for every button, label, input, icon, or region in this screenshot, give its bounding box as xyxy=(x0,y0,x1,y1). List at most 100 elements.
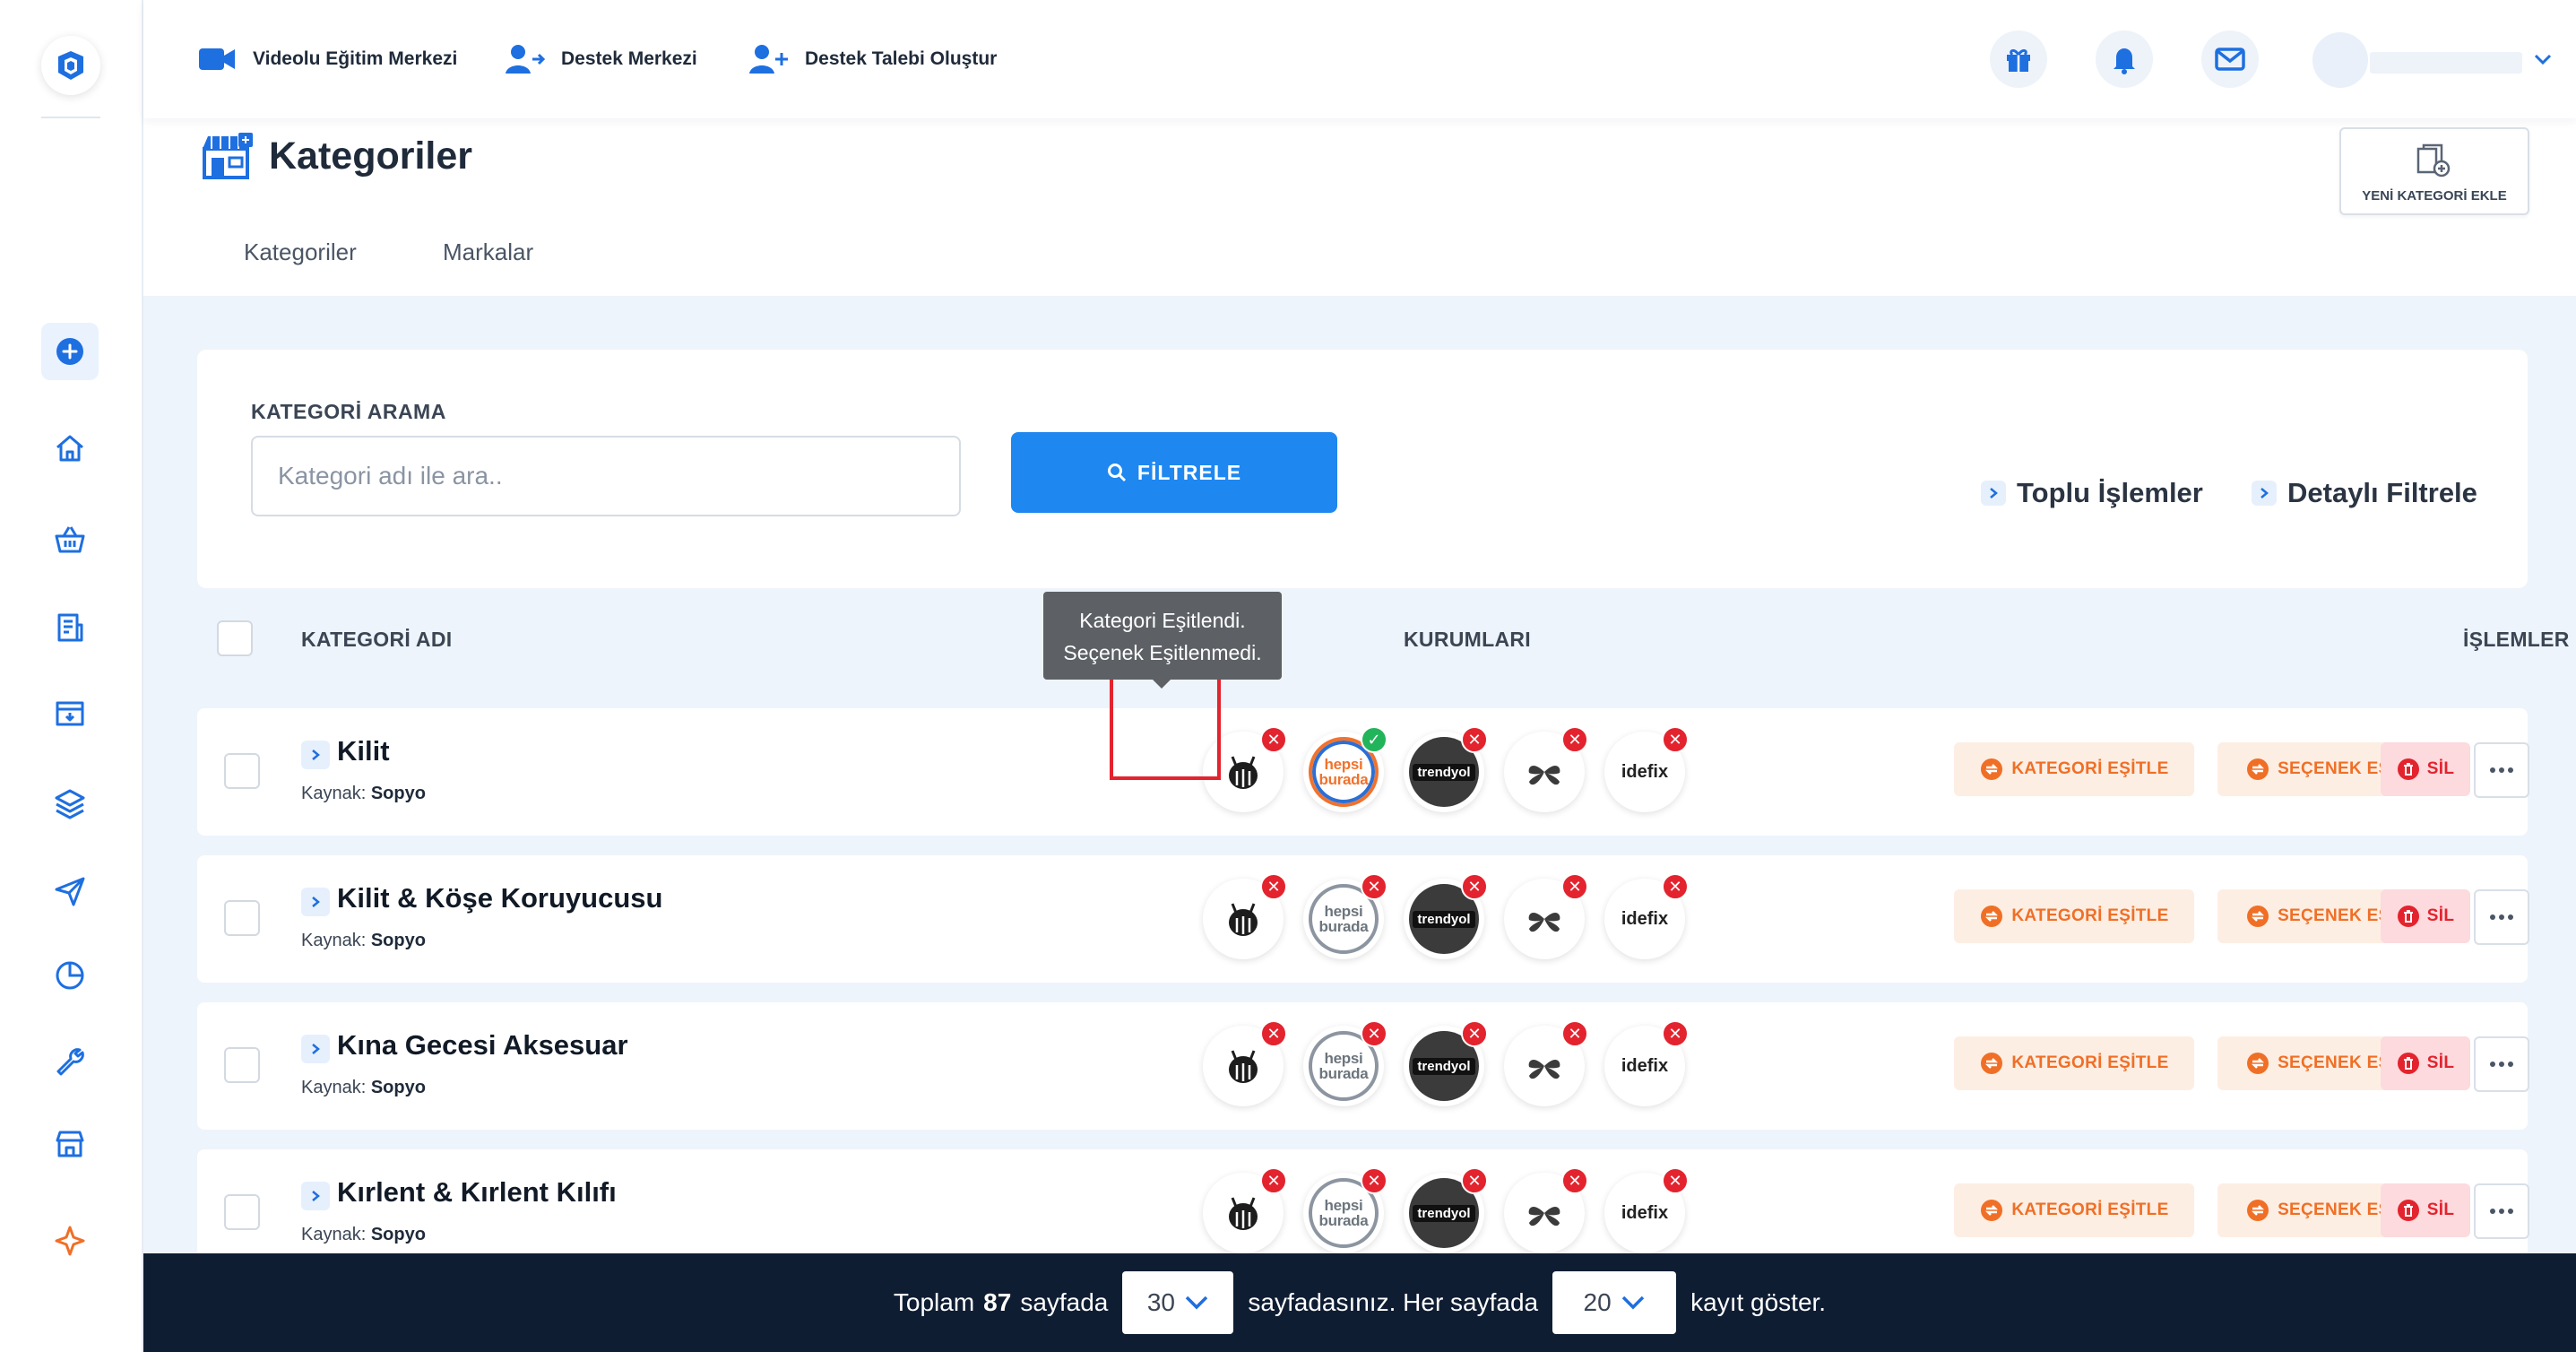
row-expand-button[interactable] xyxy=(301,1182,330,1210)
detailed-filter-link[interactable]: Detaylı Filtrele xyxy=(2252,477,2477,509)
row-expand-button[interactable] xyxy=(301,1035,330,1063)
search-input[interactable] xyxy=(251,436,961,516)
marketplace-trendyol[interactable]: trendyol ✕ xyxy=(1404,1167,1488,1253)
filter-button[interactable]: FİLTRELE xyxy=(1011,432,1337,513)
match-category-label: KATEGORİ EŞİTLE xyxy=(2011,759,2169,778)
pager-total-pages: 87 xyxy=(983,1288,1012,1316)
marketplace-pazarama[interactable]: ✕ xyxy=(1504,726,1588,812)
marketplace-hepsiburada[interactable]: hepsi burada ✕ xyxy=(1303,1167,1387,1253)
more-actions-button[interactable] xyxy=(2474,1183,2529,1239)
category-name: Kilit & Köşe Koruyucusu xyxy=(337,882,663,914)
not-matched-icon: ✕ xyxy=(1461,1167,1488,1194)
match-category-button[interactable]: KATEGORİ EŞİTLE xyxy=(1954,889,2194,943)
marketplace-trendyol[interactable]: trendyol ✕ xyxy=(1404,873,1488,959)
new-category-label: YENİ KATEGORİ EKLE xyxy=(2362,187,2507,204)
row-checkbox[interactable] xyxy=(224,1194,260,1230)
source-prefix: Kaynak: xyxy=(301,1225,367,1244)
not-matched-icon: ✕ xyxy=(1260,873,1287,900)
marketplace-n11[interactable]: ✕ xyxy=(1203,1020,1287,1106)
row-expand-button[interactable] xyxy=(301,888,330,916)
marketplace-hepsiburada[interactable]: hepsi burada ✕ xyxy=(1303,873,1387,959)
more-dots-icon xyxy=(2490,1209,2495,1214)
sidebar-item-home[interactable] xyxy=(41,420,99,477)
notifications-button[interactable] xyxy=(2096,30,2153,88)
video-training-label: Videolu Eğitim Merkezi xyxy=(253,48,458,69)
marketplace-hepsiburada[interactable]: hepsi burada ✕ xyxy=(1303,1020,1387,1106)
row-checkbox[interactable] xyxy=(224,1047,260,1083)
sidebar-item-ai[interactable] xyxy=(41,1212,99,1270)
not-matched-icon: ✕ xyxy=(1361,1167,1387,1194)
sidebar-item-archive[interactable] xyxy=(41,685,99,742)
sidebar-item-basket[interactable] xyxy=(41,511,99,568)
marketplace-pazarama[interactable]: ✕ xyxy=(1504,873,1588,959)
idefix-logo-text: idefix xyxy=(1621,1202,1669,1223)
marketplace-hepsiburada[interactable]: hepsi burada ✓ xyxy=(1303,726,1387,812)
row-expand-button[interactable] xyxy=(301,741,330,769)
create-ticket-link[interactable]: Destek Talebi Oluştur xyxy=(749,41,997,77)
sidebar-item-orders[interactable] xyxy=(41,599,99,656)
marketplace-trendyol[interactable]: trendyol ✕ xyxy=(1404,1020,1488,1106)
trash-icon xyxy=(2397,758,2419,780)
marketplace-n11[interactable]: ✕ xyxy=(1203,1167,1287,1253)
match-category-button[interactable]: KATEGORİ EŞİTLE xyxy=(1954,742,2194,796)
sidebar-item-send[interactable] xyxy=(41,862,99,920)
basket-icon xyxy=(55,526,85,553)
more-actions-button[interactable] xyxy=(2474,889,2529,945)
user-avatar[interactable] xyxy=(2312,32,2368,88)
marketplace-idefix[interactable]: idefix ✕ xyxy=(1604,1020,1689,1106)
sidebar-add-button[interactable] xyxy=(41,323,99,380)
match-status-tooltip: Kategori Eşitlendi. Seçenek Eşitlenmedi. xyxy=(1043,592,1282,689)
tab-brands[interactable]: Markalar xyxy=(443,238,533,266)
marketplace-pazarama[interactable]: ✕ xyxy=(1504,1167,1588,1253)
bulk-actions-link[interactable]: Toplu İşlemler xyxy=(1981,477,2203,509)
category-name: Kına Gecesi Aksesuar xyxy=(337,1029,628,1061)
marketplace-idefix[interactable]: idefix ✕ xyxy=(1604,1167,1689,1253)
marketplace-trendyol[interactable]: trendyol ✕ xyxy=(1404,726,1488,812)
page-title-group: Kategoriler xyxy=(199,131,472,181)
row-checkbox[interactable] xyxy=(224,753,260,789)
row-checkbox[interactable] xyxy=(224,900,260,936)
tab-categories[interactable]: Kategoriler xyxy=(244,238,357,266)
source-prefix: Kaynak: xyxy=(301,1078,367,1097)
delete-button[interactable]: SİL xyxy=(2381,1183,2470,1237)
sidebar-item-reports[interactable] xyxy=(41,947,99,1004)
column-marketplaces: KURUMLARI xyxy=(1404,628,1531,651)
current-page-select[interactable]: 30 xyxy=(1122,1271,1234,1334)
table-row: Kilit & Köşe Koruyucusu Kaynak: Sopyo ✕ … xyxy=(197,855,2529,983)
new-category-button[interactable]: YENİ KATEGORİ EKLE xyxy=(2339,127,2529,215)
more-actions-button[interactable] xyxy=(2474,1036,2529,1092)
bell-icon xyxy=(2114,48,2135,74)
match-category-button[interactable]: KATEGORİ EŞİTLE xyxy=(1954,1036,2194,1090)
select-all-checkbox[interactable] xyxy=(217,620,253,656)
matched-check-icon: ✓ xyxy=(1361,726,1387,753)
marketplace-n11[interactable]: ✕ xyxy=(1203,873,1287,959)
delete-button[interactable]: SİL xyxy=(2381,1036,2470,1090)
marketplace-idefix[interactable]: idefix ✕ xyxy=(1604,873,1689,959)
not-matched-icon: ✕ xyxy=(1662,726,1689,753)
sidebar-item-tools[interactable] xyxy=(41,1031,99,1088)
not-matched-icon: ✕ xyxy=(1662,873,1689,900)
gift-button[interactable] xyxy=(1990,30,2047,88)
messages-button[interactable] xyxy=(2201,30,2259,88)
video-training-link[interactable]: Videolu Eğitim Merkezi xyxy=(197,41,457,77)
more-actions-button[interactable] xyxy=(2474,742,2529,798)
search-panel: KATEGORİ ARAMA FİLTRELE Toplu İşlemler D… xyxy=(197,350,2528,588)
chevron-down-icon[interactable] xyxy=(2531,48,2554,70)
tooltip-line-option: Seçenek Eşitlenmedi. xyxy=(1063,641,1262,664)
marketplace-pazarama[interactable]: ✕ xyxy=(1504,1020,1588,1106)
support-center-link[interactable]: Destek Merkezi xyxy=(506,41,697,77)
hepsiburada-logo-top: hepsi xyxy=(1324,1050,1363,1067)
delete-button[interactable]: SİL xyxy=(2381,742,2470,796)
match-category-button[interactable]: KATEGORİ EŞİTLE xyxy=(1954,1183,2194,1237)
delete-button[interactable]: SİL xyxy=(2381,889,2470,943)
link-swap-icon xyxy=(2247,906,2269,927)
chevron-down-icon xyxy=(1621,1296,1644,1310)
more-dots-icon xyxy=(2499,767,2504,773)
sidebar-item-store[interactable] xyxy=(41,1115,99,1173)
sidebar-item-layers[interactable] xyxy=(41,775,99,832)
marketplace-idefix[interactable]: idefix ✕ xyxy=(1604,726,1689,812)
per-page-select[interactable]: 20 xyxy=(1552,1271,1677,1334)
user-name-placeholder[interactable] xyxy=(2370,52,2522,74)
app-logo[interactable] xyxy=(41,36,100,95)
plus-circle-icon xyxy=(56,338,83,365)
